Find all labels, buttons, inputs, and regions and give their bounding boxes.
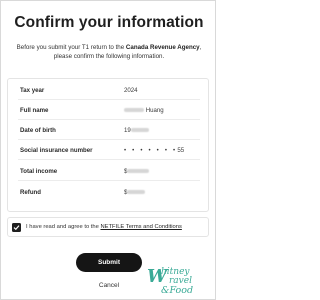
sin-mask: • • • • • • •: [124, 148, 178, 154]
refund-label: Refund: [20, 189, 41, 196]
confirm-information-page: Confirm your information Before you subm…: [0, 0, 216, 300]
sin-label: Social insurance number: [20, 147, 93, 154]
intro-prefix: Before you submit your T1 return to the: [16, 44, 126, 51]
divider: [18, 119, 200, 120]
total-income-label: Total income: [20, 168, 58, 175]
sin-last-digits: 55: [177, 147, 185, 154]
intro-text: Before you submit your T1 return to the …: [15, 43, 203, 62]
birth-year-prefix: 19: [124, 127, 131, 134]
last-name-text: Huang: [145, 107, 164, 114]
redacted-birth-date: [130, 128, 149, 133]
cancel-link[interactable]: Cancel: [76, 282, 142, 289]
date-of-birth-value: 19: [124, 126, 149, 136]
intro-agency: Canada Revenue Agency: [125, 44, 200, 51]
refund-value: $: [124, 188, 146, 198]
divider: [18, 180, 200, 181]
date-of-birth-label: Date of birth: [20, 127, 56, 134]
row-refund: Refund $: [20, 188, 200, 198]
agree-checkbox[interactable]: [12, 223, 21, 232]
agreement-text: I have read and agree to the NETFILE Ter…: [26, 222, 182, 232]
sin-value: • • • • • • •55: [124, 146, 184, 156]
redacted-first-name: [124, 108, 144, 113]
divider: [18, 99, 200, 100]
submit-button[interactable]: Submit: [76, 253, 142, 272]
row-tax-year: Tax year 2024: [20, 86, 200, 96]
full-name-label: Full name: [20, 107, 49, 114]
total-income-value: $: [124, 167, 150, 177]
divider: [18, 139, 200, 140]
agreement-box: I have read and agree to the NETFILE Ter…: [7, 217, 209, 237]
row-sin: Social insurance number • • • • • • •55: [20, 146, 200, 156]
whitney-travel-food-watermark: W hitney ravel &Food: [147, 268, 215, 300]
full-name-value: Huang: [124, 106, 164, 116]
agreement-prefix: I have read and agree to the: [26, 224, 101, 230]
redacted-total-income: [127, 169, 150, 174]
row-full-name: Full name Huang: [20, 106, 200, 116]
watermark-line-3: &Food: [161, 285, 194, 296]
tax-year-value: 2024: [124, 87, 138, 94]
row-total-income: Total income $: [20, 167, 200, 177]
tax-year-label: Tax year: [20, 87, 45, 94]
checkmark-icon: [13, 225, 20, 231]
page-title: Confirm your information: [14, 14, 204, 31]
summary-card: Tax year 2024 Full name Huang Date of bi…: [7, 78, 209, 212]
divider: [18, 159, 200, 160]
row-date-of-birth: Date of birth 19: [20, 126, 200, 136]
redacted-refund: [127, 190, 146, 195]
netfile-terms-link[interactable]: NETFILE Terms and Conditions: [100, 224, 181, 230]
